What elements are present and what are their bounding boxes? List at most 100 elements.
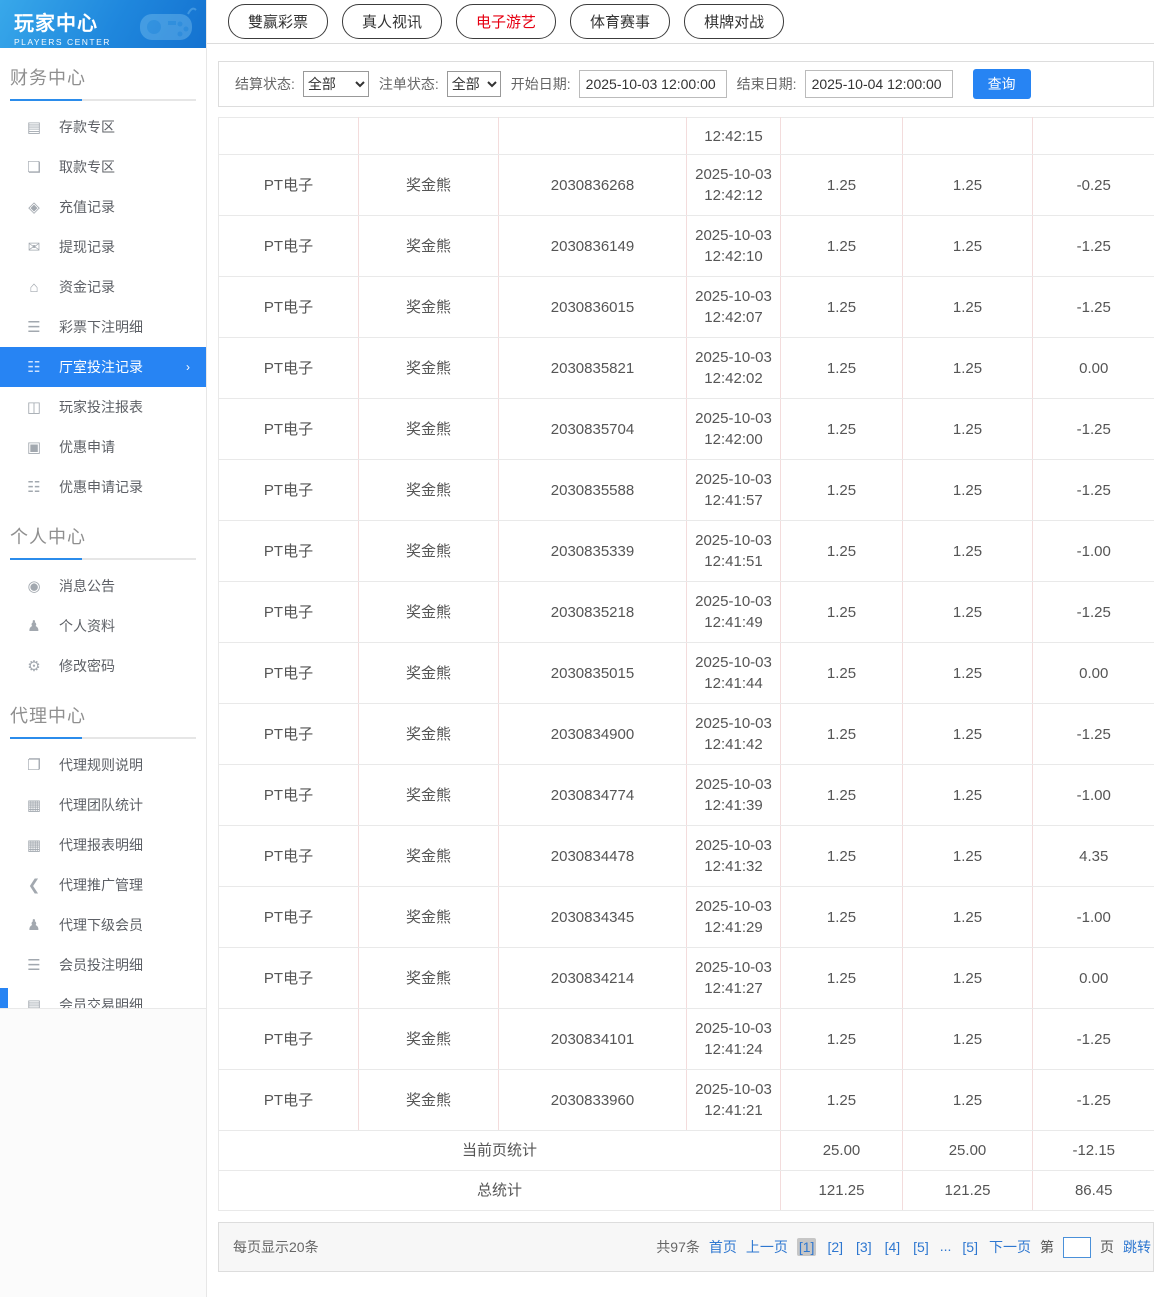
agent-rules-icon: ❐ <box>24 756 44 774</box>
page-jump-input[interactable] <box>1063 1237 1091 1258</box>
game-tab[interactable]: 雙赢彩票 <box>228 4 328 39</box>
table-row: PT电子奖金熊20308358212025-10-0312:42:021.251… <box>219 338 1154 399</box>
table-row: PT电子奖金熊20308353392025-10-0312:41:511.251… <box>219 521 1154 582</box>
game-tab[interactable]: 电子游艺 <box>456 4 556 39</box>
sidebar-item[interactable]: ☷优惠申请记录 <box>0 467 206 507</box>
section-divider <box>10 737 196 739</box>
sidebar-item-label: 取款专区 <box>59 157 115 177</box>
page-number-link[interactable]: [5] <box>960 1238 980 1256</box>
cell-game-name <box>359 118 499 155</box>
sidebar-item[interactable]: ☰彩票下注明细 <box>0 307 206 347</box>
player-bet-report-icon: ◫ <box>24 398 44 416</box>
cell-game-name: 奖金熊 <box>359 582 499 643</box>
end-date-label: 结束日期: <box>737 74 797 94</box>
brand-subtitle: PLAYERS CENTER <box>14 37 206 47</box>
recharge-record-icon: ◈ <box>24 198 44 216</box>
cell-order-no <box>499 118 687 155</box>
cell-game-type <box>219 118 359 155</box>
game-tab[interactable]: 真人视讯 <box>342 4 442 39</box>
order-status-select[interactable]: 全部 <box>447 71 501 97</box>
cell-valid-bet: 1.25 <box>903 948 1033 1009</box>
cell-game-type: PT电子 <box>219 582 359 643</box>
page-number-link[interactable]: [5] <box>911 1238 931 1256</box>
sidebar-item-label: 代理报表明细 <box>59 835 143 855</box>
sidebar-item[interactable]: ◉消息公告 <box>0 566 206 606</box>
sidebar-item[interactable]: ▤存款专区 <box>0 107 206 147</box>
sidebar-item[interactable]: ♟个人资料 <box>0 606 206 646</box>
settle-status-select[interactable]: 全部 <box>303 71 369 97</box>
page-number-link[interactable]: [4] <box>883 1238 903 1256</box>
game-tab[interactable]: 棋牌对战 <box>684 4 784 39</box>
cell-game-type: PT电子 <box>219 948 359 1009</box>
jump-button[interactable]: 跳转 <box>1123 1237 1151 1257</box>
cell-bet-amount: 1.25 <box>781 521 903 582</box>
table-row: PT电子奖金熊20308343452025-10-0312:41:291.251… <box>219 887 1154 948</box>
cell-winloss: -1.25 <box>1033 1009 1154 1070</box>
cell-order-no: 2030836268 <box>499 155 687 216</box>
sidebar-item[interactable]: ☷厅室投注记录› <box>0 347 206 387</box>
funds-record-icon: ⌂ <box>24 279 44 296</box>
sidebar-item[interactable]: ❐ 代理规则说明 <box>0 745 206 785</box>
sidebar-item[interactable]: ☰会员投注明细 <box>0 945 206 985</box>
page-number-link[interactable]: [2] <box>825 1238 845 1256</box>
sidebar-item-label: 优惠申请记录 <box>59 477 143 497</box>
cell-bet-amount: 1.25 <box>781 338 903 399</box>
sidebar-item[interactable]: ✉提现记录 <box>0 227 206 267</box>
cell-bet-time: 2025-10-0312:41:49 <box>687 582 781 643</box>
cell-bet-time: 2025-10-0312:42:02 <box>687 338 781 399</box>
cell-winloss: 4.35 <box>1033 826 1154 887</box>
query-button[interactable]: 查询 <box>973 69 1031 99</box>
cell-bet-time: 2025-10-0312:41:51 <box>687 521 781 582</box>
promo-apply-icon: ▣ <box>24 438 44 456</box>
first-page-link[interactable]: 首页 <box>709 1237 737 1257</box>
withdraw-icon: ❏ <box>24 158 44 176</box>
page-ellipsis: ... <box>940 1238 952 1256</box>
game-tab[interactable]: 体育赛事 <box>570 4 670 39</box>
cell-winloss: -1.25 <box>1033 704 1154 765</box>
cell-game-type: PT电子 <box>219 338 359 399</box>
cell-bet-time: 12:42:15 <box>687 118 781 155</box>
cell-winloss: -1.25 <box>1033 277 1154 338</box>
cell-game-name: 奖金熊 <box>359 765 499 826</box>
next-page-link[interactable]: 下一页 <box>989 1237 1031 1257</box>
cell-winloss: -1.25 <box>1033 582 1154 643</box>
cell-bet-amount <box>781 118 903 155</box>
agent-team-stats-icon: ▦ <box>24 796 44 814</box>
sidebar-item-label: 代理规则说明 <box>59 755 143 775</box>
sidebar-item[interactable]: ◈充值记录 <box>0 187 206 227</box>
sidebar-item[interactable]: ⌂资金记录 <box>0 267 206 307</box>
page-stats-row: 当前页统计 25.00 25.00 -12.15 <box>219 1131 1154 1171</box>
cell-game-type: PT电子 <box>219 521 359 582</box>
table-row: PT电子奖金熊20308355882025-10-0312:41:571.251… <box>219 460 1154 521</box>
order-status-label: 注单状态: <box>379 74 439 94</box>
sidebar-item[interactable]: ▣优惠申请 <box>0 427 206 467</box>
member-bet-detail-icon: ☰ <box>24 956 44 974</box>
sidebar-item[interactable]: ♟代理下级会员 <box>0 905 206 945</box>
cell-game-type: PT电子 <box>219 765 359 826</box>
lottery-bet-detail-icon: ☰ <box>24 318 44 336</box>
sidebar-item[interactable]: ▦代理报表明细 <box>0 825 206 865</box>
profile-icon: ♟ <box>24 617 44 635</box>
start-date-input[interactable] <box>579 70 727 98</box>
settle-status-label: 结算状态: <box>235 74 295 94</box>
table-row: PT电子奖金熊20308344782025-10-0312:41:321.251… <box>219 826 1154 887</box>
sidebar-item[interactable]: ◫玩家投注报表 <box>0 387 206 427</box>
section-divider <box>10 99 196 101</box>
sidebar: 玩家中心 PLAYERS CENTER 财务中心▤存款专区❏取款专区◈充值记录✉… <box>0 0 207 1297</box>
sidebar-item[interactable]: ❏ 取款专区 <box>0 147 206 187</box>
page-number-link[interactable]: [3] <box>854 1238 874 1256</box>
sidebar-item[interactable]: ❮代理推广管理 <box>0 865 206 905</box>
cell-winloss: 0.00 <box>1033 643 1154 704</box>
prev-page-link[interactable]: 上一页 <box>746 1237 788 1257</box>
end-date-input[interactable] <box>805 70 953 98</box>
game-category-tabbar: 雙赢彩票真人视讯电子游艺体育赛事棋牌对战 <box>207 0 1154 44</box>
cell-winloss <box>1033 118 1154 155</box>
cell-winloss: -1.25 <box>1033 1070 1154 1131</box>
sidebar-item[interactable]: ⚙修改密码 <box>0 646 206 686</box>
cell-winloss: -1.00 <box>1033 521 1154 582</box>
agent-members-icon: ♟ <box>24 916 44 934</box>
cell-game-name: 奖金熊 <box>359 826 499 887</box>
cell-bet-time: 2025-10-0312:41:32 <box>687 826 781 887</box>
sidebar-item[interactable]: ▦代理团队统计 <box>0 785 206 825</box>
page-number-link[interactable]: [1] <box>797 1238 817 1256</box>
